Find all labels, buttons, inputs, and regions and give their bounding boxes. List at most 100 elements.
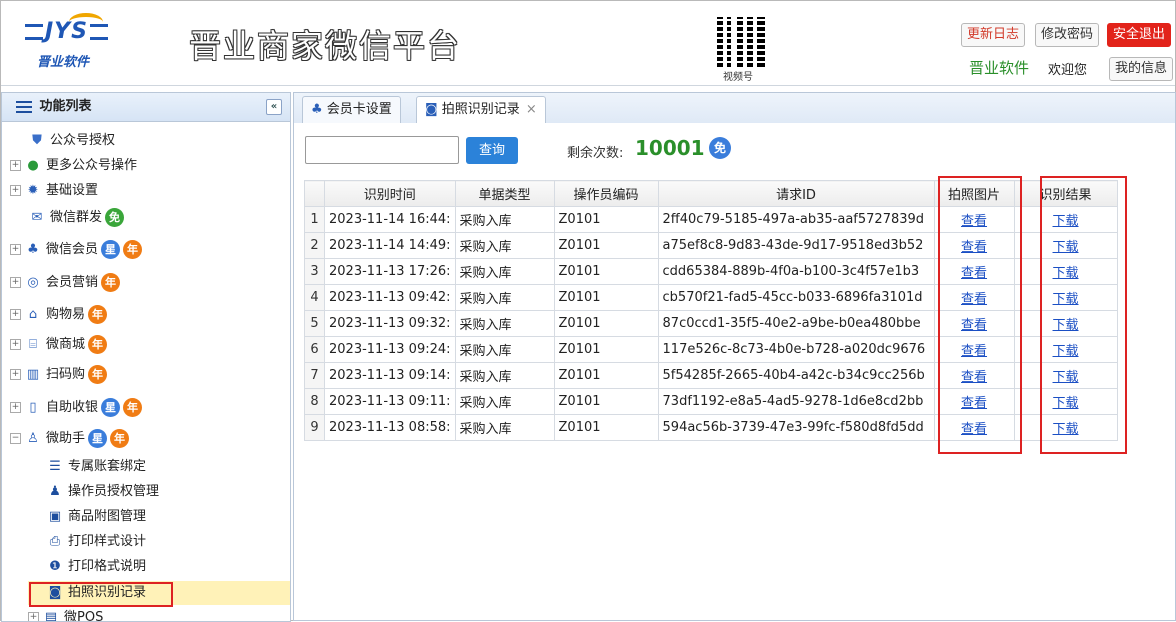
view-image-link[interactable]: 查看 (961, 266, 987, 281)
download-result-link[interactable]: 下载 (1053, 396, 1079, 411)
download-result-cell: 下载 (1014, 311, 1117, 337)
table-row[interactable]: 22023-11-14 14:49:采购入库Z0101a75ef8c8-9d83… (305, 233, 1118, 259)
logo-mark: JYS (23, 19, 110, 44)
download-result-link[interactable]: 下载 (1053, 292, 1079, 307)
view-image-link[interactable]: 查看 (961, 214, 987, 229)
table-row[interactable]: 62023-11-13 09:24:采购入库Z0101117e526c-8c73… (305, 337, 1118, 363)
table-row[interactable]: 82023-11-13 09:11:采购入库Z010173df1192-e8a5… (305, 389, 1118, 415)
sidebar-item-photo-records[interactable]: ◙拍照识别记录 (28, 581, 291, 605)
table-row[interactable]: 72023-11-13 09:14:采购入库Z01015f54285f-2665… (305, 363, 1118, 389)
star-badge: 星 (101, 398, 120, 417)
sidebar-item-label: 自助收银 (46, 400, 98, 415)
download-result-cell: 下载 (1014, 363, 1117, 389)
sidebar-item-mass-send[interactable]: ✉微信群发免 (28, 206, 124, 230)
sidebar-item-label: 操作员授权管理 (68, 484, 159, 499)
column-header[interactable]: 操作员编码 (554, 181, 658, 207)
table-row[interactable]: 92023-11-13 08:58:采购入库Z0101594ac56b-3739… (305, 415, 1118, 441)
my-info-button[interactable]: 我的信息 (1109, 57, 1173, 81)
expand-icon[interactable]: + (10, 309, 21, 320)
logout-button[interactable]: 安全退出 (1107, 23, 1171, 47)
download-result-link[interactable]: 下载 (1053, 214, 1079, 229)
view-image-link[interactable]: 查看 (961, 344, 987, 359)
time-cell: 2023-11-13 09:32: (325, 311, 456, 337)
view-image-link[interactable]: 查看 (961, 370, 987, 385)
table-row[interactable]: 12023-11-14 16:44:采购入库Z01012ff40c79-5185… (305, 207, 1118, 233)
operator-cell: Z0101 (554, 389, 658, 415)
download-result-link[interactable]: 下载 (1053, 370, 1079, 385)
row-number: 8 (305, 389, 325, 415)
column-header[interactable]: 拍照图片 (934, 181, 1014, 207)
sidebar-item-micro-mall[interactable]: +⌸微商城年 (10, 333, 107, 357)
sidebar-item-product-images[interactable]: ▣商品附图管理 (46, 505, 146, 529)
view-image-link[interactable]: 查看 (961, 422, 987, 437)
tab-photo-records[interactable]: ◙ 拍照识别记录 × (416, 96, 546, 123)
download-result-link[interactable]: 下载 (1053, 344, 1079, 359)
view-image-link[interactable]: 查看 (961, 396, 987, 411)
download-result-cell: 下载 (1014, 285, 1117, 311)
sidebar-item-self-checkout[interactable]: +▯自助收银星年 (10, 396, 142, 420)
query-button[interactable]: 查询 (466, 137, 518, 164)
person-icon: ♙ (24, 430, 42, 448)
expand-icon[interactable]: + (10, 185, 21, 196)
download-result-link[interactable]: 下载 (1053, 422, 1079, 437)
row-number: 3 (305, 259, 325, 285)
collapse-sidebar-button[interactable]: « (266, 99, 282, 115)
sidebar-item-account-binding[interactable]: ☰专属账套绑定 (46, 455, 146, 479)
search-input[interactable] (305, 136, 459, 164)
sidebar-item-operator-auth[interactable]: ♟操作员授权管理 (46, 480, 159, 504)
sidebar-item-micro-pos[interactable]: +▤微POS (28, 606, 103, 622)
expand-icon[interactable]: + (10, 244, 21, 255)
view-image-link[interactable]: 查看 (961, 318, 987, 333)
download-result-cell: 下载 (1014, 207, 1117, 233)
view-image-cell: 查看 (934, 285, 1014, 311)
collapse-icon[interactable]: − (10, 433, 21, 444)
download-result-cell: 下载 (1014, 233, 1117, 259)
time-cell: 2023-11-13 08:58: (325, 415, 456, 441)
column-header[interactable]: 请求ID (658, 181, 934, 207)
tab-label: 会员卡设置 (327, 102, 392, 117)
sidebar-item-label: 微信会员 (46, 242, 98, 257)
expand-icon[interactable]: + (10, 277, 21, 288)
time-cell: 2023-11-14 16:44: (325, 207, 456, 233)
sidebar-item-wechat-members[interactable]: +♣微信会员星年 (10, 238, 142, 262)
type-cell: 采购入库 (455, 259, 554, 285)
download-result-link[interactable]: 下载 (1053, 266, 1079, 281)
table-row[interactable]: 52023-11-13 09:32:采购入库Z010187c0ccd1-35f5… (305, 311, 1118, 337)
changelog-button[interactable]: 更新日志 (961, 23, 1025, 47)
column-header[interactable]: 识别时间 (325, 181, 456, 207)
table-row[interactable]: 42023-11-13 09:42:采购入库Z0101cb570f21-fad5… (305, 285, 1118, 311)
members-icon: ♣ (24, 241, 42, 259)
change-password-button[interactable]: 修改密码 (1035, 23, 1099, 47)
expand-icon[interactable]: + (10, 160, 21, 171)
camera-icon: ◙ (425, 102, 438, 117)
table-row[interactable]: 32023-11-13 17:26:采购入库Z0101cdd65384-889b… (305, 259, 1118, 285)
tab-member-card-settings[interactable]: ♣ 会员卡设置 (302, 96, 401, 123)
view-image-link[interactable]: 查看 (961, 292, 987, 307)
sidebar-item-oa-auth[interactable]: ⛊公众号授权 (28, 129, 115, 153)
expand-icon[interactable]: + (10, 402, 21, 413)
column-header[interactable]: 识别结果 (1014, 181, 1117, 207)
camera-icon: ◙ (46, 584, 64, 602)
sidebar-item-label: 会员营销 (46, 275, 98, 290)
column-header[interactable]: 单据类型 (455, 181, 554, 207)
view-image-link[interactable]: 查看 (961, 240, 987, 255)
expand-icon[interactable]: + (10, 339, 21, 350)
download-result-link[interactable]: 下载 (1053, 240, 1079, 255)
sidebar-item-scan-buy[interactable]: +▥扫码购年 (10, 363, 107, 387)
year-badge: 年 (110, 429, 129, 448)
sidebar-item-label: 公众号授权 (50, 133, 115, 148)
sidebar-item-print-style[interactable]: ⎙打印样式设计 (46, 530, 146, 554)
sidebar-item-assistant[interactable]: −♙微助手星年 (10, 427, 129, 451)
view-image-cell: 查看 (934, 389, 1014, 415)
download-result-cell: 下载 (1014, 259, 1117, 285)
sidebar-item-print-format[interactable]: ❶打印格式说明 (46, 555, 146, 579)
sidebar-item-more-oa[interactable]: +●更多公众号操作 (10, 154, 137, 178)
download-result-link[interactable]: 下载 (1053, 318, 1079, 333)
sidebar-item-basic-settings[interactable]: +✹基础设置 (10, 179, 98, 203)
gear-icon: ✹ (24, 182, 42, 200)
expand-icon[interactable]: + (10, 369, 21, 380)
close-tab-icon[interactable]: × (526, 102, 537, 117)
sidebar-item-shopping[interactable]: +⌂购物易年 (10, 303, 107, 327)
sidebar-item-member-marketing[interactable]: +◎会员营销年 (10, 271, 120, 295)
row-number: 1 (305, 207, 325, 233)
